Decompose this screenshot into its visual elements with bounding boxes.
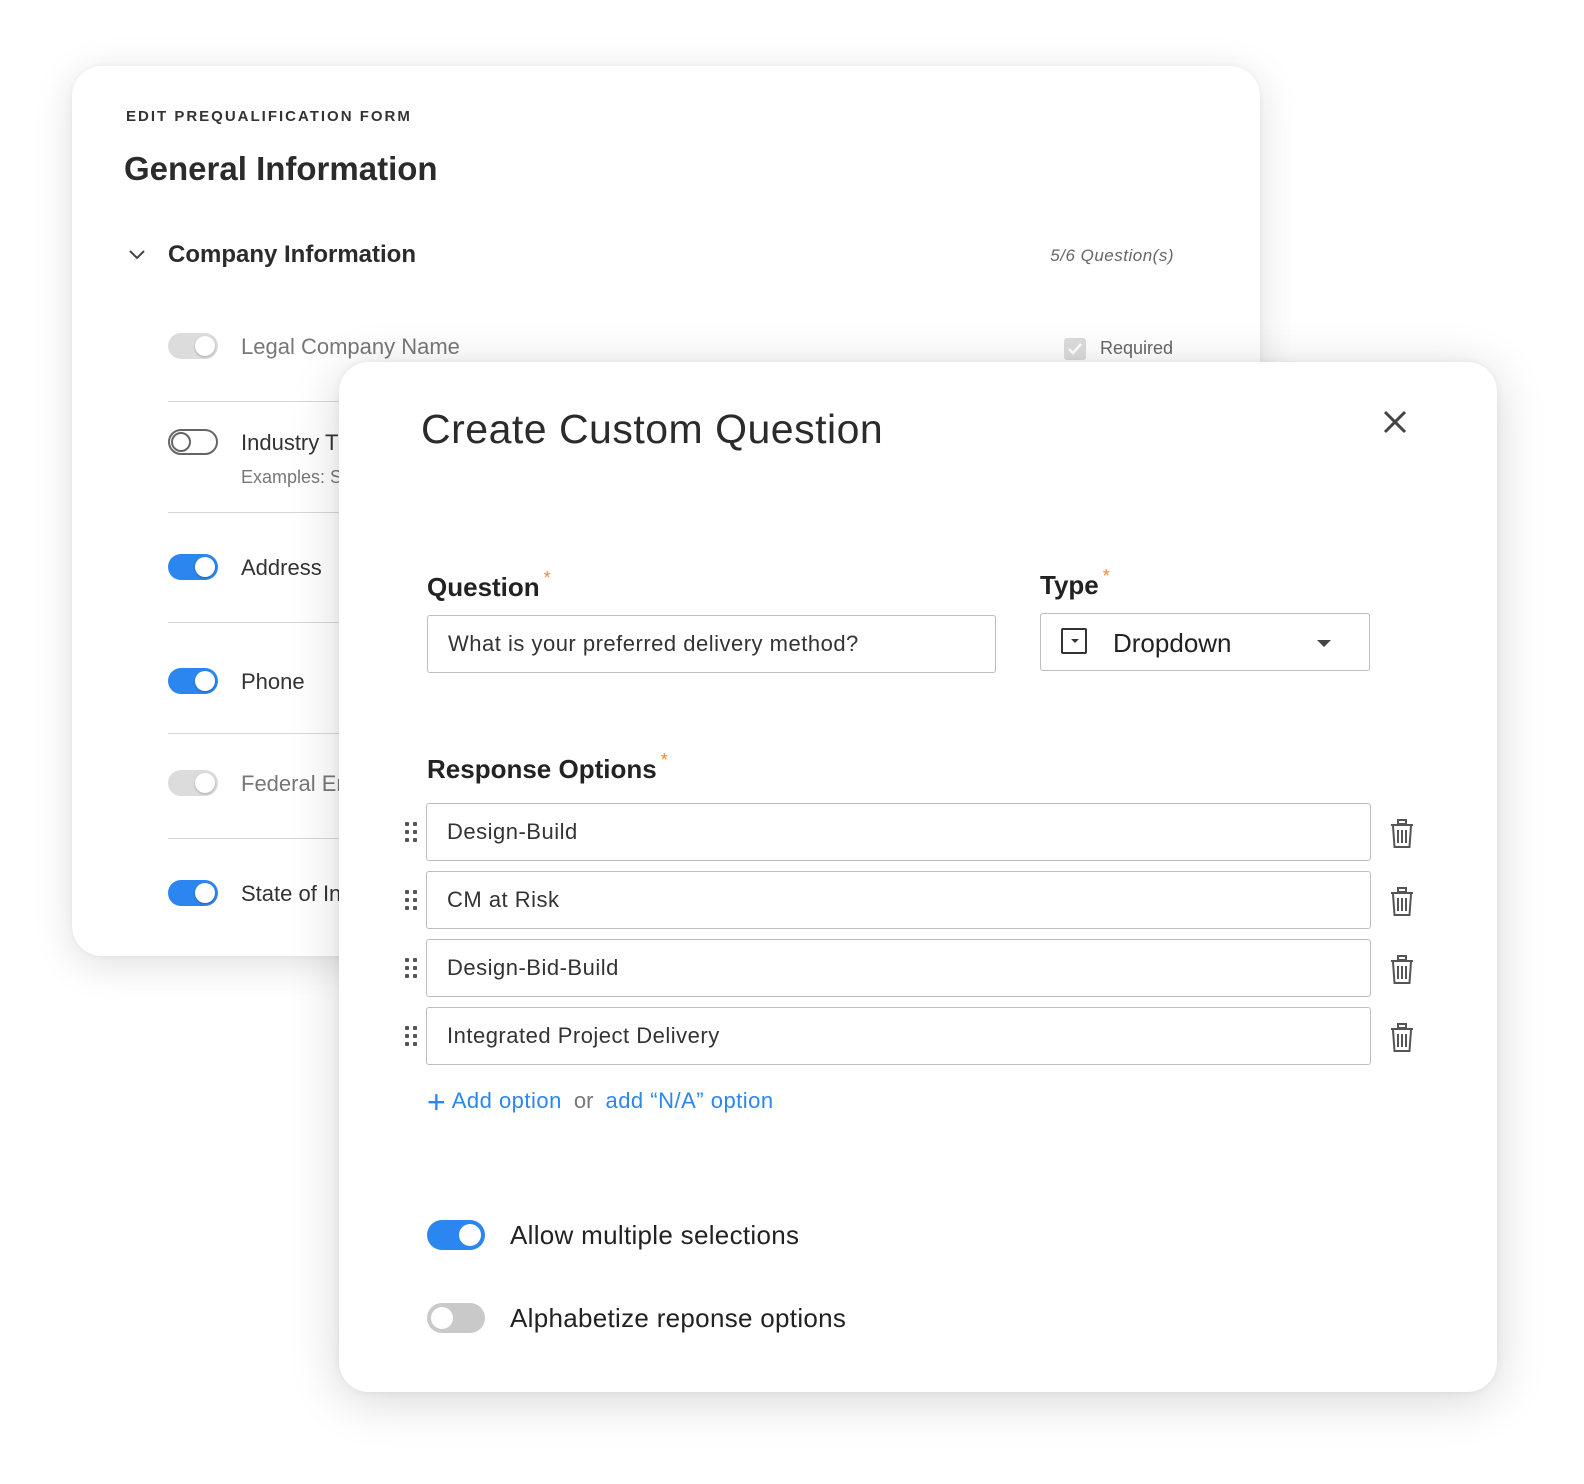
response-option-input[interactable] (426, 871, 1371, 929)
question-count: 5/6 Question(s) (1050, 246, 1174, 265)
response-option-input[interactable] (426, 803, 1371, 861)
allow-multiple-label: Allow multiple selections (510, 1220, 800, 1250)
trash-icon[interactable] (1387, 1021, 1417, 1053)
response-option-row (399, 939, 1429, 997)
add-na-option-link[interactable]: add “N/A” option (605, 1088, 773, 1113)
required-checkbox (1064, 338, 1086, 360)
trash-icon[interactable] (1387, 817, 1417, 849)
add-option-row: + Add option or add “N/A” option (427, 1084, 774, 1121)
required-star: * (543, 568, 551, 588)
field-label: Legal Company Name (241, 334, 460, 359)
drag-handle-icon[interactable] (405, 1026, 417, 1046)
caret-down-icon (1317, 640, 1331, 647)
form-eyebrow: EDIT PREQUALIFICATION FORM (126, 108, 412, 125)
field-sublabel: Examples: S (241, 467, 343, 487)
field-label: State of In (241, 881, 342, 906)
required-star: * (1102, 566, 1110, 586)
response-options-label-text: Response Options (427, 754, 657, 784)
type-label: Type * (1040, 566, 1110, 601)
type-value: Dropdown (1113, 628, 1232, 658)
field-toggle[interactable] (168, 880, 218, 906)
trash-icon[interactable] (1387, 953, 1417, 985)
drag-handle-icon[interactable] (405, 890, 417, 910)
field-toggle (168, 770, 218, 796)
drag-handle-icon[interactable] (405, 822, 417, 842)
response-option-row (399, 803, 1429, 861)
field-label: Phone (241, 669, 305, 694)
trash-icon[interactable] (1387, 885, 1417, 917)
section-title[interactable]: Company Information (168, 241, 416, 269)
field-label: Address (241, 555, 322, 580)
page-title: General Information (124, 150, 438, 187)
question-label: Question * (427, 568, 551, 603)
create-question-modal: Create Custom Question Question* Type* D… (339, 362, 1497, 1392)
close-icon[interactable] (1379, 406, 1411, 438)
alphabetize-label: Alphabetize reponse options (510, 1303, 847, 1333)
question-label-text: Question (427, 572, 540, 602)
response-options-label: Response Options * (427, 750, 668, 785)
question-input[interactable] (427, 615, 996, 673)
field-toggle[interactable] (168, 554, 218, 580)
drag-handle-icon[interactable] (405, 958, 417, 978)
dropdown-type-icon (1061, 628, 1087, 654)
chevron-down-icon[interactable] (128, 246, 146, 264)
plus-icon[interactable]: + (427, 1084, 446, 1120)
field-label: Federal Er (241, 771, 344, 796)
add-option-link[interactable]: Add option (452, 1088, 562, 1113)
modal-title: Create Custom Question (421, 406, 884, 452)
field-toggle (168, 333, 218, 359)
type-label-text: Type (1040, 570, 1099, 600)
checkmark-icon (1068, 343, 1082, 355)
or-text: or (573, 1088, 594, 1113)
response-option-input[interactable] (426, 1007, 1371, 1065)
field-toggle[interactable] (168, 668, 218, 694)
allow-multiple-toggle[interactable] (427, 1220, 485, 1250)
field-toggle[interactable] (168, 429, 218, 455)
response-option-row (399, 1007, 1429, 1065)
alphabetize-toggle[interactable] (427, 1303, 485, 1333)
response-option-row (399, 871, 1429, 929)
required-label: Required (1100, 338, 1174, 358)
type-select[interactable]: Dropdown (1040, 613, 1370, 671)
response-option-input[interactable] (426, 939, 1371, 997)
field-label: Industry T (241, 430, 339, 455)
required-star: * (660, 750, 668, 770)
